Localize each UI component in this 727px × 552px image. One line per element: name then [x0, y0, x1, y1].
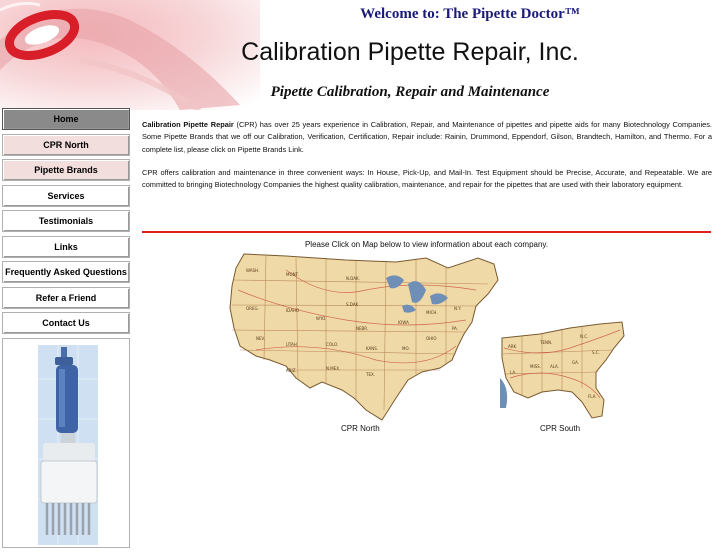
nav-pipette-brands[interactable]: Pipette Brands: [2, 159, 130, 181]
intro-text: Calibration Pipette Repair (CPR) has ove…: [142, 119, 712, 191]
sidebar-nav: Home CPR North Pipette Brands Services T…: [2, 108, 134, 548]
svg-text:GA.: GA.: [572, 360, 579, 365]
nav-faq[interactable]: Frequently Asked Questions: [2, 261, 130, 283]
intro-paragraph-2: CPR offers calibration and maintenance i…: [142, 167, 712, 190]
company-name: Calibration Pipette Repair, Inc.: [241, 38, 579, 66]
nav-testimonials[interactable]: Testimonials: [2, 210, 130, 232]
svg-text:N.Y.: N.Y.: [454, 306, 461, 311]
svg-text:OHIO: OHIO: [426, 336, 436, 341]
svg-text:MISS.: MISS.: [530, 364, 541, 369]
cpr-north-map[interactable]: WASH. MONT. N.DAK. OREG. IDAHO S.DAK. WYO. NE…: [226, 250, 502, 422]
svg-text:MO.: MO.: [402, 346, 410, 351]
intro-paragraph-1: Calibration Pipette Repair (CPR) has ove…: [142, 119, 712, 156]
svg-text:S.DAK.: S.DAK.: [346, 302, 359, 307]
multichannel-pipette-image: [38, 344, 98, 545]
svg-text:WASH.: WASH.: [246, 268, 259, 273]
welcome-heading: Welcome to: The Pipette Doctor™: [360, 6, 580, 22]
svg-text:FLA.: FLA.: [588, 394, 597, 399]
svg-text:S.C.: S.C.: [592, 350, 600, 355]
svg-text:MONT.: MONT.: [286, 272, 299, 277]
cpr-south-caption[interactable]: CPR South: [540, 424, 580, 433]
svg-text:IOWA: IOWA: [398, 320, 409, 325]
svg-text:N.MEX.: N.MEX.: [326, 366, 340, 371]
nav-contact-us[interactable]: Contact Us: [2, 312, 130, 334]
svg-text:OREG.: OREG.: [246, 306, 259, 311]
map-instruction: Please Click on Map below to view inform…: [304, 240, 549, 249]
svg-text:UTAH: UTAH: [286, 342, 297, 347]
svg-text:PA.: PA.: [452, 326, 458, 331]
svg-text:LA.: LA.: [510, 370, 516, 375]
nav-links[interactable]: Links: [2, 235, 130, 258]
svg-text:TEX.: TEX.: [365, 372, 375, 377]
svg-text:WYO.: WYO.: [316, 316, 326, 321]
nav-home[interactable]: Home: [2, 108, 130, 130]
svg-text:IDAHO: IDAHO: [286, 308, 299, 313]
svg-text:NEBR.: NEBR.: [356, 326, 368, 331]
svg-text:ARK.: ARK.: [508, 344, 517, 349]
nav-services[interactable]: Services: [2, 184, 130, 207]
svg-text:KANS.: KANS.: [366, 346, 378, 351]
tagline: Pipette Calibration, Repair and Maintena…: [270, 84, 550, 100]
pipette-image-frame: [2, 337, 130, 548]
cpr-north-caption[interactable]: CPR North: [341, 424, 380, 433]
svg-text:ALA.: ALA.: [550, 364, 559, 369]
red-divider: [142, 231, 711, 233]
svg-text:N.C.: N.C.: [580, 334, 588, 339]
svg-text:ARIZ.: ARIZ.: [286, 368, 297, 373]
nav-refer-friend[interactable]: Refer a Friend: [2, 286, 130, 309]
svg-text:COLO.: COLO.: [326, 342, 338, 347]
main-content: Calibration Pipette Repair (CPR) has ove…: [142, 119, 712, 202]
intro-company-bold: Calibration Pipette Repair: [142, 120, 234, 129]
svg-text:NEV.: NEV.: [256, 336, 265, 341]
nav-cpr-north[interactable]: CPR North: [2, 133, 130, 156]
cpr-south-map[interactable]: ARK. TENN. N.C. LA. MISS. ALA. GA. S.C. FLA.: [500, 318, 626, 420]
svg-text:N.DAK.: N.DAK.: [346, 276, 360, 281]
svg-text:TENN.: TENN.: [539, 340, 552, 345]
svg-text:MICH.: MICH.: [426, 310, 438, 315]
